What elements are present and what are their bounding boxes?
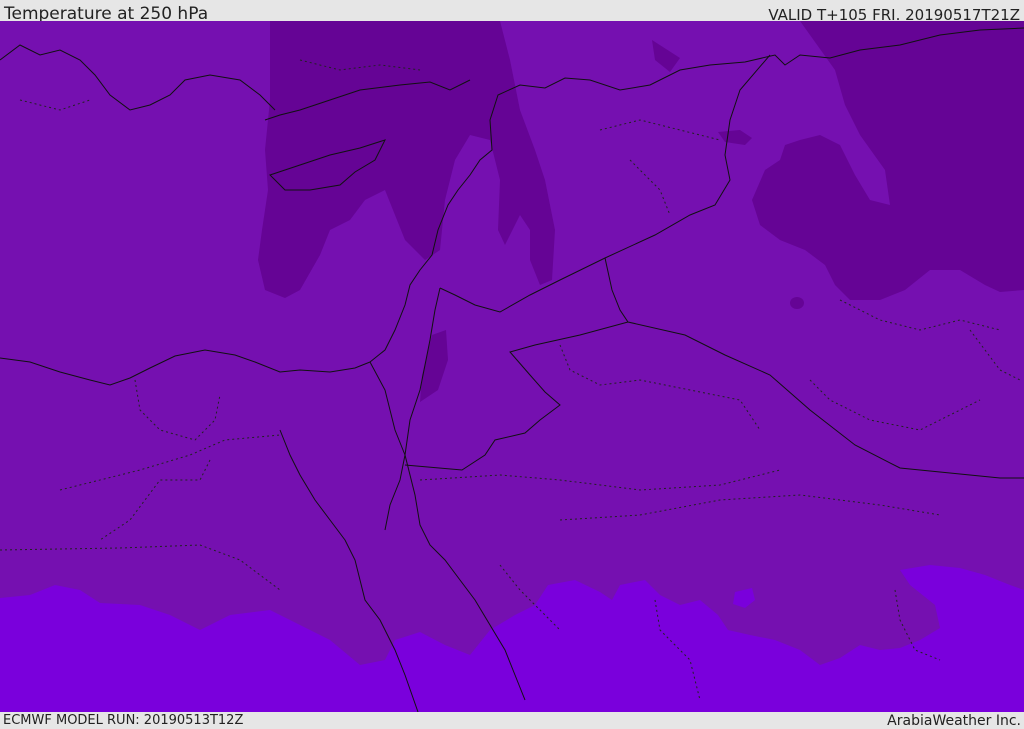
temperature-band-cold-blob [790, 297, 804, 309]
weather-map[interactable] [0, 21, 1024, 712]
map-canvas [0, 21, 1024, 712]
credit: ArabiaWeather Inc. [887, 713, 1021, 729]
footer-bar: ECMWF MODEL RUN: 20190513T12Z ArabiaWeat… [0, 712, 1024, 729]
header-bar: Temperature at 250 hPa VALID T+105 FRI. … [0, 0, 1024, 24]
model-run: ECMWF MODEL RUN: 20190513T12Z [3, 713, 244, 728]
